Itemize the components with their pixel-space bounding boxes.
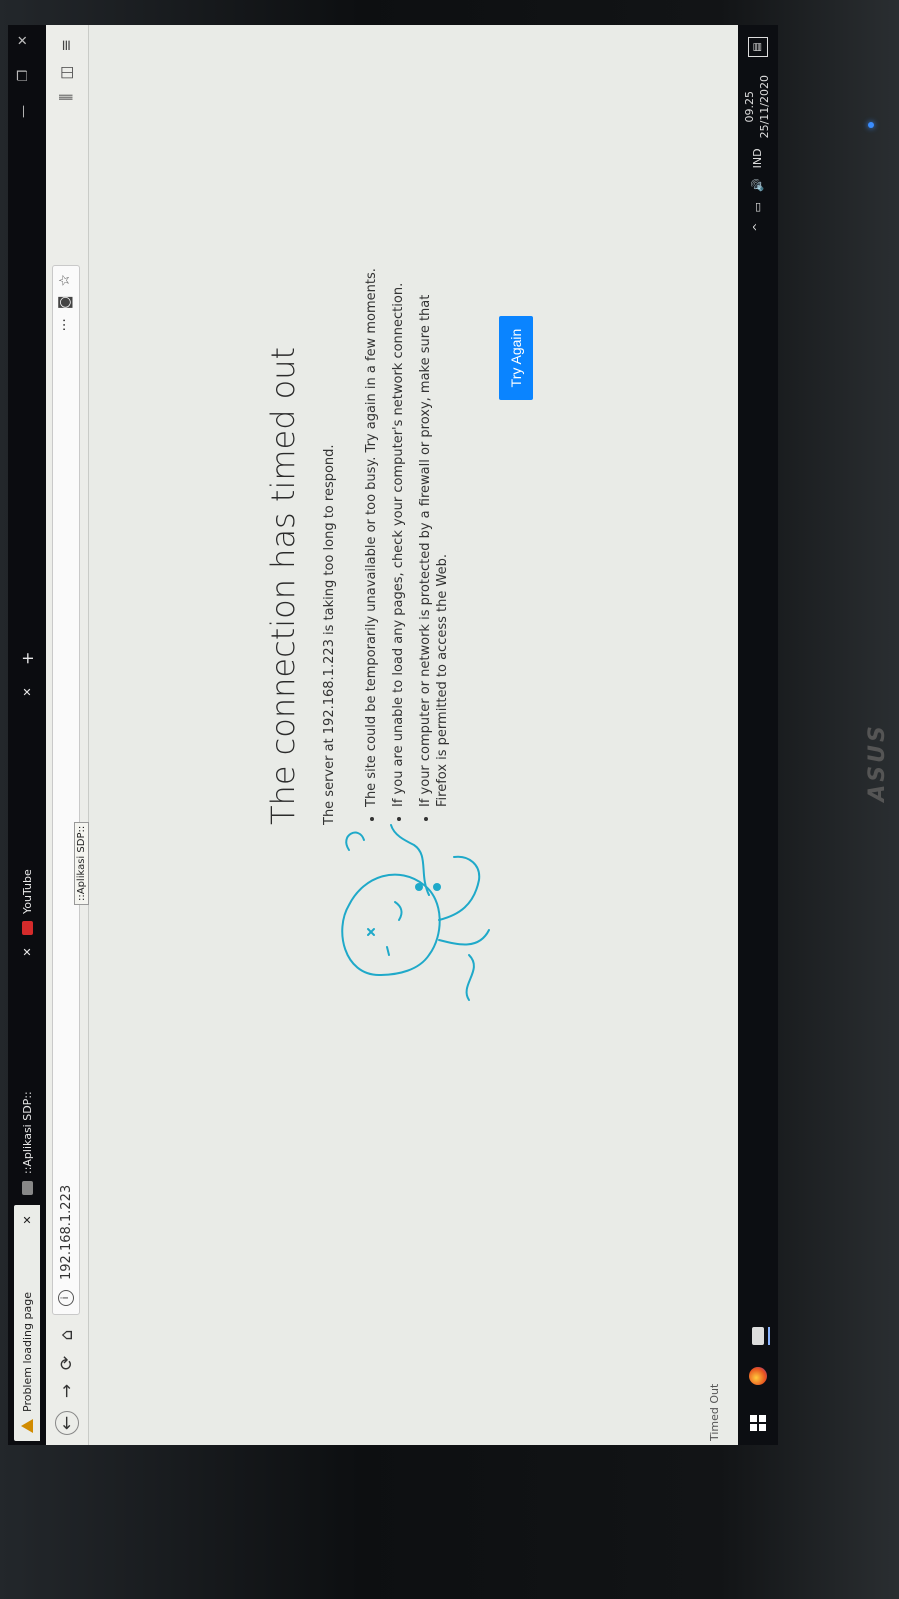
status-text: Timed Out — [708, 1383, 721, 1441]
youtube-favicon-icon — [21, 921, 33, 935]
language-indicator[interactable]: IND — [751, 148, 764, 168]
url-text[interactable]: 192.168.1.223 — [59, 1185, 74, 1280]
error-reasons-list: The site could be temporarily unavailabl… — [363, 265, 451, 825]
info-icon[interactable]: i — [58, 1290, 74, 1306]
firefox-icon — [749, 1367, 767, 1385]
warning-icon — [21, 1419, 33, 1433]
screen: Problem loading page ✕ ::Aplikasi SDP:: … — [8, 25, 778, 1445]
home-icon: ⌂ — [57, 1329, 77, 1341]
tab-close-icon[interactable]: ✕ — [21, 1213, 34, 1227]
tab-bar: Problem loading page ✕ ::Aplikasi SDP:: … — [8, 25, 46, 1445]
clock-date: 25/11/2020 — [758, 75, 771, 139]
system-tray: ^ ▭ 🔊 IND 09.25 25/11/2020 — [742, 75, 772, 232]
tab-title: Problem loading page — [20, 1292, 34, 1412]
menu-icon[interactable]: ≡ — [57, 39, 75, 52]
reload-button[interactable]: ⟳ — [55, 1351, 79, 1375]
power-led — [868, 122, 874, 128]
sidebar-icon[interactable]: ◫ — [57, 66, 75, 80]
tab-problem-loading[interactable]: Problem loading page ✕ — [14, 1205, 40, 1441]
tab-title: ::Aplikasi SDP:: — [20, 1091, 34, 1174]
start-button[interactable] — [748, 1415, 768, 1431]
sdp-favicon-icon — [21, 1181, 33, 1195]
dinosaur-illustration — [341, 824, 490, 1001]
list-item: The site could be temporarily unavailabl… — [363, 265, 380, 807]
navigation-toolbar: ← → ⟳ ⌂ i 192.168.1.223 ··· ◙ ☆ ⫼ ◫ ≡ — [46, 25, 89, 1445]
volume-icon[interactable]: 🔊 — [751, 178, 764, 192]
error-title: The connection has timed out — [264, 346, 302, 825]
tab-title: YouTube — [20, 869, 34, 914]
list-item: If your computer or network is protected… — [417, 265, 451, 807]
new-tab-button[interactable]: + — [14, 645, 40, 665]
windows-logo-icon — [750, 1415, 766, 1431]
tab-close-icon[interactable]: ✕ — [21, 685, 34, 699]
page-actions-icon[interactable]: ··· — [57, 318, 73, 331]
minimize-button[interactable]: — — [16, 105, 31, 118]
home-button[interactable]: ⌂ — [55, 1323, 79, 1347]
error-description: The server at 192.168.1.223 is taking to… — [322, 444, 337, 825]
restore-button[interactable]: ❐ — [16, 70, 31, 82]
tab-close-icon[interactable]: ✕ — [21, 945, 34, 959]
notification-icon[interactable]: ▤ — [748, 37, 768, 57]
clock-time: 09.25 — [743, 90, 756, 123]
taskbar-app[interactable] — [748, 1327, 770, 1345]
try-again-button[interactable]: Try Again — [499, 316, 533, 400]
tab-youtube[interactable]: YouTube ✕ — [14, 685, 40, 935]
tab-tooltip: ::Aplikasi SDP:: — [74, 821, 89, 905]
app-icon — [752, 1327, 764, 1345]
url-bar[interactable]: i 192.168.1.223 ··· ◙ ☆ — [52, 265, 80, 1315]
error-message: The connection has timed out The server … — [264, 265, 461, 825]
tray-chevron-icon[interactable]: ^ — [751, 222, 764, 231]
forward-button[interactable]: → — [55, 1379, 79, 1403]
arrow-right-icon: → — [57, 1383, 77, 1399]
clock[interactable]: 09.25 25/11/2020 — [742, 75, 772, 138]
taskbar-firefox[interactable] — [748, 1367, 768, 1385]
monitor-brand-logo: ASUS — [864, 723, 890, 802]
library-icon[interactable]: ⫼ — [57, 94, 75, 101]
plus-icon: + — [17, 651, 37, 665]
list-item: If you are unable to load any pages, che… — [390, 265, 407, 807]
tab-aplikasi-sdp[interactable]: ::Aplikasi SDP:: ✕ — [14, 945, 40, 1195]
bookmark-star-icon[interactable]: ☆ — [57, 274, 73, 287]
monitor-bezel: ASUS Problem loading page ✕ ::Aplikasi S… — [0, 0, 899, 1599]
reload-icon: ⟳ — [57, 1355, 77, 1371]
error-page: The connection has timed out The server … — [89, 25, 738, 1445]
network-icon[interactable]: ▭ — [751, 202, 764, 212]
arrow-left-icon: ← — [57, 1415, 77, 1431]
back-button[interactable]: ← — [55, 1411, 79, 1435]
windows-taskbar: ^ ▭ 🔊 IND 09.25 25/11/2020 ▤ — [738, 25, 778, 1445]
close-window-button[interactable]: ✕ — [16, 35, 31, 46]
pocket-icon[interactable]: ◙ — [57, 296, 73, 310]
